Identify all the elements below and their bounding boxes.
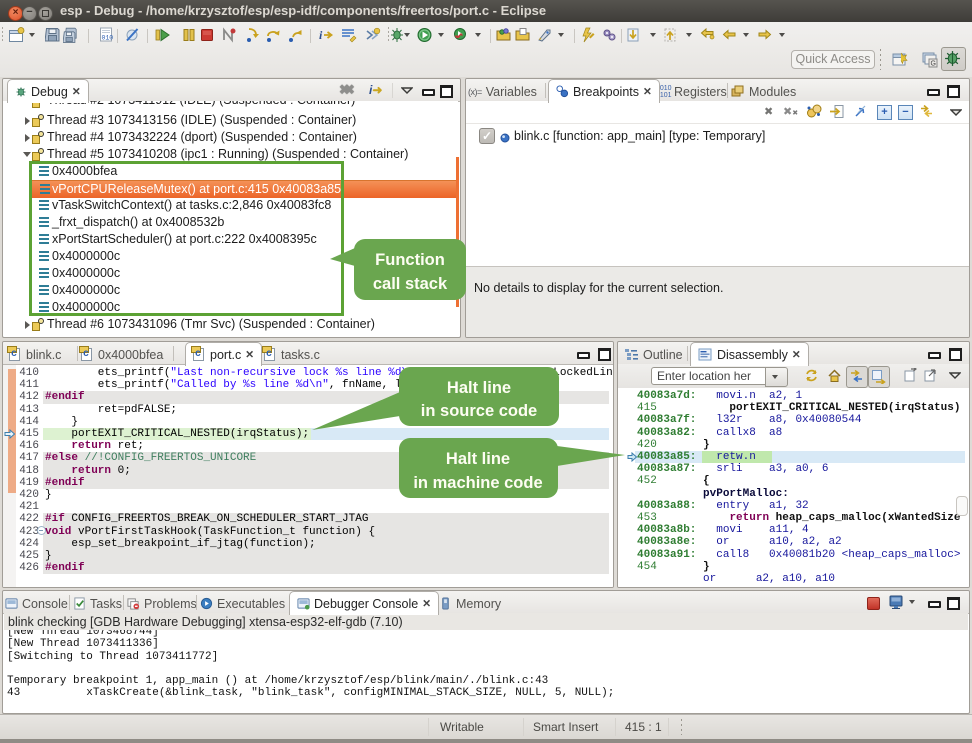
svg-text:in machine code: in machine code <box>413 474 542 492</box>
svg-text:Function: Function <box>375 251 445 269</box>
svg-text:Halt line: Halt line <box>446 450 510 468</box>
svg-text:G: G <box>931 61 936 68</box>
svg-text:i: i <box>319 28 323 42</box>
svg-text:call stack: call stack <box>373 275 448 293</box>
svg-text:010: 010 <box>102 35 114 42</box>
svg-text:in source code: in source code <box>421 402 537 420</box>
svg-text:Halt line: Halt line <box>447 379 511 397</box>
